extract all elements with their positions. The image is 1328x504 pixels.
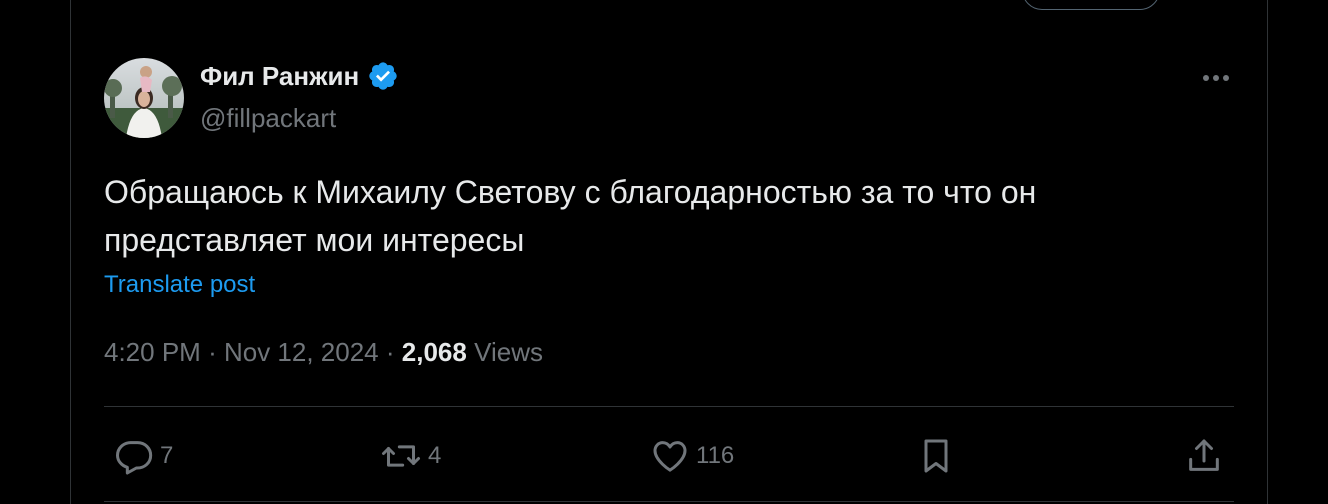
reply-icon (116, 441, 153, 475)
like-count: 116 (696, 442, 735, 469)
views-count: 2,068 (401, 337, 467, 367)
reply-count: 7 (160, 442, 174, 469)
share-button[interactable] (1182, 436, 1226, 476)
user-avatar-photo-icon (104, 58, 184, 138)
views-label: Views (474, 337, 543, 367)
repost-button[interactable]: 4 (378, 436, 441, 476)
author-name-row: Фил Ранжин (200, 60, 399, 92)
bookmark-button[interactable] (914, 436, 958, 476)
divider-top (104, 406, 1234, 407)
column-border-left (70, 0, 71, 504)
heart-icon (653, 441, 687, 472)
tweet-date[interactable]: Nov 12, 2024 (224, 337, 379, 367)
share-icon (1189, 439, 1219, 471)
like-button[interactable]: 116 (648, 436, 734, 476)
author-handle[interactable]: @fillpackart (200, 103, 336, 134)
column-border-right (1267, 0, 1268, 504)
reply-button[interactable]: 7 (112, 436, 173, 476)
divider-bottom (104, 501, 1234, 502)
bookmark-icon (924, 439, 948, 473)
top-pill-button[interactable] (1022, 0, 1160, 10)
tweet-text: Обращаюсь к Михаилу Светову с благодарно… (104, 168, 1224, 264)
tweet-text-line-1: Обращаюсь к Михаилу Светову с благодарно… (104, 174, 1037, 210)
tweet-text-line-2: представляет мои интересы (104, 222, 525, 258)
verified-badge-icon[interactable] (367, 60, 399, 92)
avatar[interactable] (104, 58, 184, 138)
meta-separator: · (385, 337, 395, 367)
tweet-meta: 4:20 PM · Nov 12, 2024 · 2,068 Views (104, 337, 543, 368)
more-options-icon[interactable] (1198, 62, 1234, 94)
tweet-time[interactable]: 4:20 PM (104, 337, 201, 367)
translate-post-link[interactable]: Translate post (104, 271, 255, 299)
repost-icon (382, 445, 420, 467)
meta-separator: · (208, 337, 217, 367)
author-name[interactable]: Фил Ранжин (200, 61, 359, 92)
repost-count: 4 (428, 442, 442, 469)
